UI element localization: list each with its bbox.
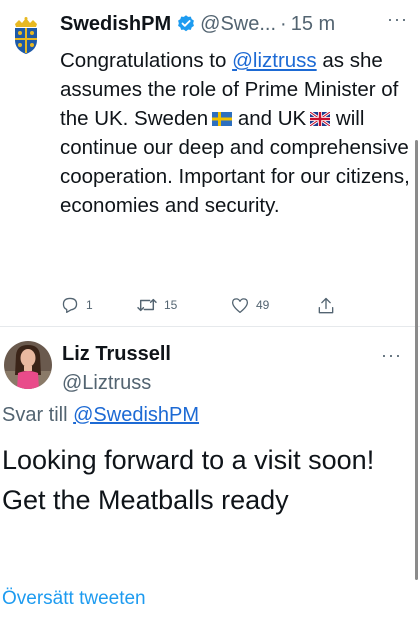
reply-icon [62,297,78,314]
like-button[interactable]: 49 [230,296,269,314]
tweet-header: SwedishPM @Swe... · 15 m [60,8,410,40]
verified-badge-icon [178,15,195,32]
reply-button[interactable]: 1 [60,296,93,314]
swedish-coat-of-arms-avatar[interactable] [6,16,46,56]
tweet-text: Looking forward to a visit soon! Get the… [2,445,375,515]
tweet-timestamp[interactable]: 15 m [291,13,335,36]
translate-tweet-link[interactable]: Översätt tweeten [2,588,146,610]
mention-link[interactable]: @liztruss [232,49,317,72]
tweet-actions: 1 15 49 [60,296,400,318]
scrollbar[interactable] [415,140,418,580]
liz-trussell-avatar[interactable] [4,341,52,389]
more-options-icon[interactable]: ··· [387,10,408,28]
reply-to-line: Svar till @SwedishPM [2,404,199,427]
tweet-text-part: and UK [232,107,307,130]
author-name[interactable]: SwedishPM [60,13,171,36]
sweden-flag-icon [212,112,233,126]
retweet-icon [137,298,157,312]
share-icon [318,297,334,314]
like-count: 49 [256,298,270,312]
author-handle[interactable]: @Liztruss [62,372,151,395]
tweet-text: Congratulations to @liztruss as she assu… [60,46,410,220]
reply-count: 1 [86,298,93,312]
tweet-swedishpm[interactable]: SwedishPM @Swe... · 15 m ··· Congratulat… [0,0,420,326]
retweet-count: 15 [164,298,178,312]
reply-mention-link[interactable]: @SwedishPM [73,404,199,426]
separator-dot: · [280,12,287,35]
more-options-icon[interactable]: ··· [381,346,402,364]
author-handle[interactable]: @Swe... [200,13,276,36]
uk-flag-icon [310,112,331,126]
heart-icon [231,298,249,314]
tweet-divider [0,326,420,327]
retweet-button[interactable]: 15 [136,296,177,314]
reply-prefix: Svar till [2,404,74,426]
tweet-text-part: Congratulations to [60,49,233,72]
share-button[interactable] [316,296,336,316]
author-name[interactable]: Liz Trussell [62,343,171,366]
